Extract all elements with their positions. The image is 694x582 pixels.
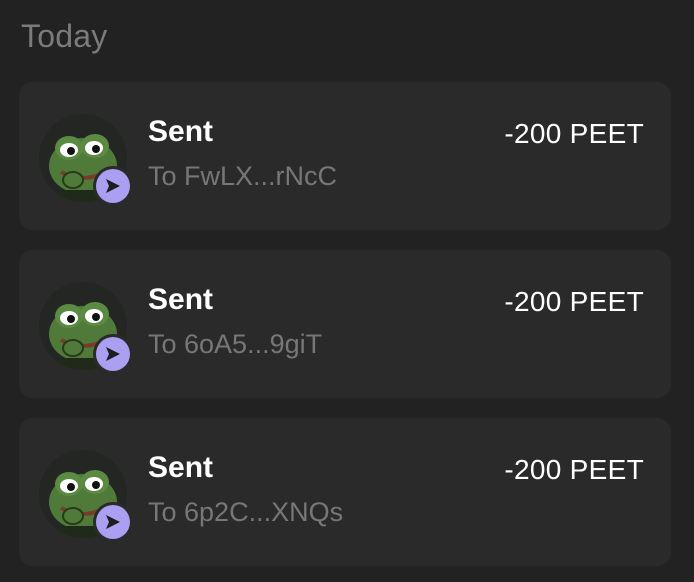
transaction-title: Sent [148, 283, 214, 316]
send-arrow-icon [106, 515, 120, 529]
transaction-title: Sent [148, 115, 214, 148]
transaction-row[interactable]: Sent To FwLX...rNcC -200 PEET [19, 82, 671, 230]
transaction-recipient: To 6oA5...9giT [148, 329, 323, 359]
section-title-today: Today [21, 18, 108, 54]
sent-badge [96, 169, 130, 203]
transaction-row[interactable]: Sent To 6p2C...XNQs -200 PEET [19, 418, 671, 566]
transaction-amount: -200 PEET [504, 118, 644, 149]
send-arrow-icon [106, 179, 120, 193]
token-avatar [39, 114, 131, 206]
transaction-amount: -200 PEET [504, 454, 644, 485]
transaction-row[interactable]: Sent To 6oA5...9giT -200 PEET [19, 250, 671, 398]
transaction-recipient: To FwLX...rNcC [148, 161, 338, 191]
transaction-amount: -200 PEET [504, 286, 644, 317]
token-avatar [39, 282, 131, 374]
token-avatar [39, 450, 131, 542]
sent-badge [96, 337, 130, 371]
transaction-recipient: To 6p2C...XNQs [148, 497, 344, 527]
sent-badge [96, 505, 130, 539]
send-arrow-icon [106, 347, 120, 361]
transaction-title: Sent [148, 451, 214, 484]
